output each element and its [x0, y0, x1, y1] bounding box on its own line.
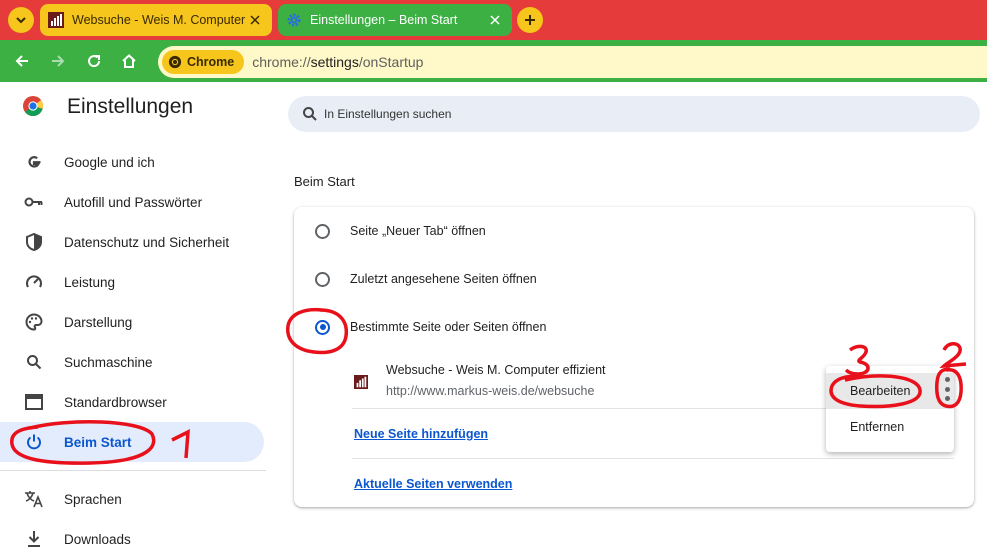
- sidebar-item-label: Leistung: [64, 274, 116, 290]
- dot: [944, 396, 950, 401]
- sidebar-item-performance[interactable]: Leistung: [0, 262, 264, 302]
- sidebar-item-label: Suchmaschine: [64, 354, 153, 370]
- sidebar-item-autofill[interactable]: Autofill und Passwörter: [0, 182, 264, 222]
- close-icon: [490, 15, 500, 25]
- tab-search-button[interactable]: [8, 7, 34, 33]
- option-specific-pages[interactable]: Bestimmte Seite oder Seiten öffnen: [294, 303, 974, 351]
- chip-label: Chrome: [187, 55, 235, 69]
- menu-item-remove[interactable]: Entfernen: [826, 409, 954, 445]
- palette-icon: [24, 312, 44, 332]
- sidebar-item-label: Google und ich: [64, 154, 155, 170]
- gear-icon: [287, 13, 301, 27]
- close-icon: [250, 15, 260, 25]
- menu-item-edit[interactable]: Bearbeiten: [826, 373, 954, 409]
- radio-button[interactable]: [315, 271, 330, 287]
- radio-button-checked[interactable]: [315, 319, 330, 335]
- sidebar-item-label: Datenschutz und Sicherheit: [64, 234, 230, 250]
- dot: [944, 377, 950, 382]
- url-text: chrome://settings/onStartup: [252, 54, 423, 70]
- tab-title: Einstellungen – Beim Start: [310, 13, 458, 27]
- url-suffix: /onStartup: [358, 54, 424, 70]
- page-title: Einstellungen: [67, 95, 194, 118]
- tab-title: Websuche - Weis M. Computer: [72, 13, 246, 27]
- option-label: Seite „Neuer Tab“ öffnen: [350, 224, 486, 238]
- sidebar-item-downloads[interactable]: Downloads: [0, 519, 264, 557]
- url-prefix: chrome://: [252, 54, 311, 70]
- chevron-down-icon: [16, 17, 26, 24]
- power-icon: [24, 432, 44, 452]
- websuche-favicon-icon: [48, 12, 64, 28]
- site-info-chip[interactable]: Chrome: [162, 50, 245, 74]
- chrome-logo-icon: [168, 55, 182, 69]
- sidebar-item-label: Downloads: [64, 531, 131, 547]
- radio-button[interactable]: [315, 223, 330, 239]
- section-title: Beim Start: [294, 174, 355, 189]
- option-label: Zuletzt angesehene Seiten öffnen: [350, 272, 537, 286]
- sidebar-divider: [0, 470, 266, 471]
- sidebar-item-google[interactable]: Google und ich: [0, 142, 264, 182]
- arrow-left-icon: [15, 55, 28, 67]
- browser-window-icon: [24, 392, 44, 412]
- option-continue[interactable]: Zuletzt angesehene Seiten öffnen: [294, 255, 974, 303]
- home-icon: [122, 54, 136, 68]
- translate-icon: [24, 489, 44, 509]
- key-icon: [24, 192, 44, 212]
- sidebar-item-default-browser[interactable]: Standardbrowser: [0, 382, 264, 422]
- sidebar-item-label: Standardbrowser: [64, 394, 167, 410]
- tab-close-button[interactable]: [246, 11, 264, 29]
- more-actions-button[interactable]: [939, 374, 955, 404]
- address-bar[interactable]: Chrome chrome://settings/onStartup: [158, 46, 987, 78]
- search-icon: [24, 352, 44, 372]
- use-current-row: Aktuelle Seiten verwenden: [352, 459, 954, 509]
- sidebar-item-search-engine[interactable]: Suchmaschine: [0, 342, 264, 382]
- plus-icon: [525, 15, 535, 25]
- use-current-pages-link[interactable]: Aktuelle Seiten verwenden: [354, 477, 512, 491]
- add-page-link[interactable]: Neue Seite hinzufügen: [354, 427, 488, 441]
- dot: [944, 386, 950, 392]
- sidebar-item-languages[interactable]: Sprachen: [0, 479, 264, 519]
- sidebar-item-label: Beim Start: [64, 434, 132, 450]
- startup-card: Seite „Neuer Tab“ öffnen Zuletzt angeseh…: [294, 207, 974, 507]
- chrome-logo-icon: [23, 96, 44, 117]
- arrow-right-icon: [52, 55, 65, 67]
- url-path: settings: [310, 54, 359, 70]
- home-button[interactable]: [118, 50, 140, 72]
- shield-icon: [24, 232, 44, 252]
- tab-websuche[interactable]: Websuche - Weis M. Computer: [40, 4, 272, 36]
- option-new-tab[interactable]: Seite „Neuer Tab“ öffnen: [294, 207, 974, 255]
- forward-button[interactable]: [47, 50, 69, 72]
- sidebar-item-label: Darstellung: [64, 314, 133, 330]
- back-button[interactable]: [11, 50, 33, 72]
- google-g-icon: [24, 152, 44, 172]
- sidebar-item-label: Autofill und Passwörter: [64, 194, 203, 210]
- page-url: http://www.markus-weis.de/websuche: [386, 384, 595, 398]
- reload-icon: [88, 55, 101, 68]
- option-label: Bestimmte Seite oder Seiten öffnen: [350, 320, 547, 334]
- context-menu: Bearbeiten Entfernen: [826, 366, 954, 452]
- search-icon: [303, 107, 317, 121]
- gauge-icon: [24, 272, 44, 292]
- tab-einstellungen[interactable]: Einstellungen – Beim Start: [278, 4, 512, 36]
- download-icon: [24, 529, 44, 549]
- sidebar-item-privacy[interactable]: Datenschutz und Sicherheit: [0, 222, 264, 262]
- tab-strip: Websuche - Weis M. Computer Einstellunge…: [0, 0, 987, 40]
- search-input[interactable]: [324, 107, 924, 121]
- new-tab-button[interactable]: [517, 7, 543, 33]
- reload-button[interactable]: [83, 50, 105, 72]
- settings-search[interactable]: [288, 96, 980, 132]
- sidebar-item-label: Sprachen: [64, 491, 122, 507]
- sidebar-item-appearance[interactable]: Darstellung: [0, 302, 264, 342]
- tab-close-button[interactable]: [486, 11, 504, 29]
- websuche-favicon-icon: [354, 375, 368, 389]
- page-name: Websuche - Weis M. Computer effizient: [386, 363, 606, 377]
- sidebar-item-on-startup[interactable]: Beim Start: [0, 422, 264, 462]
